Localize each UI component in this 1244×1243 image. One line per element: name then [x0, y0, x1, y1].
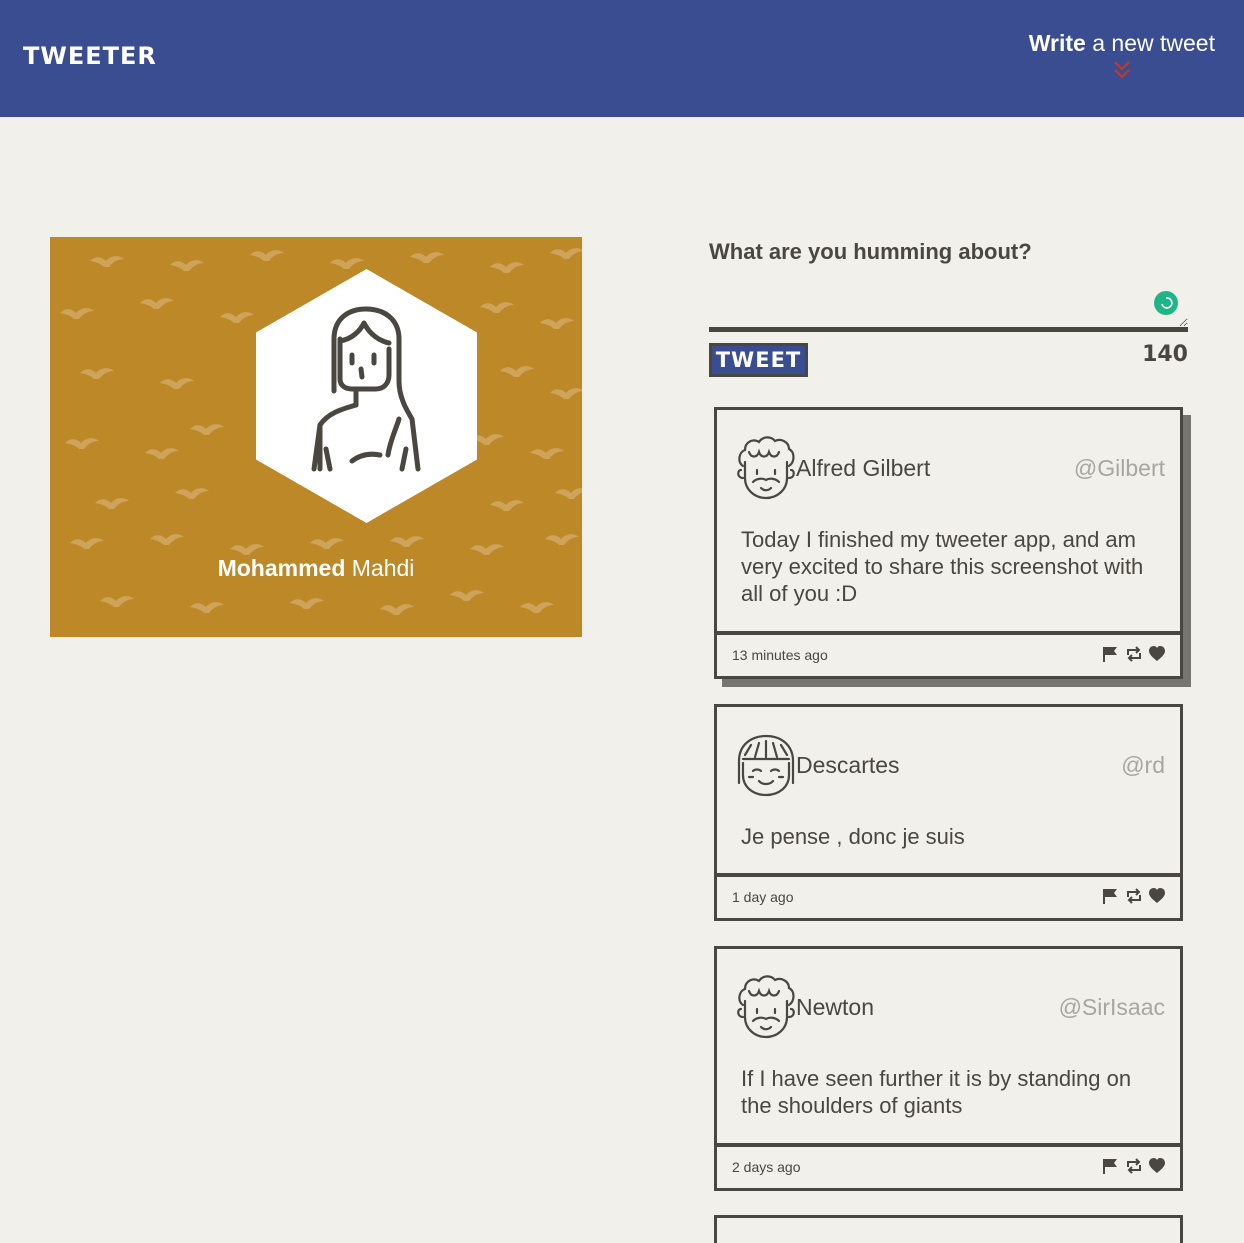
tweet-card: Newton @SirIsaac If I have seen further … — [714, 946, 1183, 1191]
character-counter: 140 — [1142, 342, 1188, 367]
compose-actions-row: TWEET 140 — [709, 342, 1188, 382]
tweet-author-name[interactable]: Descartes — [796, 752, 900, 779]
write-new-tweet-toggle[interactable]: Write a new tweet — [1029, 30, 1215, 81]
tweet-author-handle[interactable]: @rd — [1121, 752, 1165, 779]
heart-icon[interactable] — [1148, 887, 1166, 905]
profile-first-name: Mohammed — [217, 555, 346, 581]
tweet-timestamp: 2 days ago — [732, 1159, 801, 1175]
profile-name: Mohammed Mahdi — [50, 555, 582, 582]
tweet-body: Newton @SirIsaac If I have seen further … — [717, 949, 1180, 1147]
tweet-text: Je pense , donc je suis — [741, 824, 965, 849]
curly-hair-avatar-icon — [737, 436, 795, 500]
tweet-author-name[interactable]: Newton — [796, 994, 874, 1021]
flag-icon[interactable] — [1101, 1157, 1119, 1175]
heart-icon[interactable] — [1148, 1157, 1166, 1175]
compose-label: What are you humming about? — [709, 239, 1032, 264]
tweet-textarea[interactable] — [709, 275, 1188, 332]
tweet-author-handle[interactable]: @SirIsaac — [1059, 994, 1165, 1021]
tweet-card: Descartes @rd Je pense , donc je suis 1 … — [714, 704, 1183, 921]
grammar-check-icon[interactable] — [1154, 291, 1178, 315]
tweet-body: Descartes @rd Je pense , donc je suis — [717, 707, 1180, 877]
tweet-body: Alfred Gilbert @Gilbert Today I finished… — [717, 410, 1180, 635]
tweet-text: Today I finished my tweeter app, and am … — [741, 527, 1144, 606]
bangs-hair-avatar-icon — [737, 734, 795, 797]
tweet-footer: 2 days ago — [717, 1147, 1180, 1191]
retweet-icon[interactable] — [1125, 1157, 1143, 1175]
profile-avatar[interactable] — [256, 269, 477, 523]
profile-card: Mohammed Mahdi — [50, 237, 582, 637]
tweet-timestamp: 1 day ago — [732, 889, 794, 905]
write-bold-text: Write — [1028, 30, 1086, 56]
compose-form: What are you humming about? TWEET 140 — [709, 237, 1188, 382]
flag-icon[interactable] — [1101, 887, 1119, 905]
top-nav: TWEETER Write a new tweet — [0, 0, 1244, 117]
flag-icon[interactable] — [1101, 645, 1119, 663]
heart-icon[interactable] — [1148, 645, 1166, 663]
double-chevron-down-icon — [1114, 61, 1130, 79]
tweet-author-handle[interactable]: @Gilbert — [1074, 455, 1165, 482]
tweet-actions — [1100, 1157, 1166, 1175]
write-rest-text: a new tweet — [1085, 30, 1215, 56]
write-new-tweet-label: Write a new tweet — [1029, 30, 1215, 57]
tweet-text: If I have seen further it is by standing… — [741, 1066, 1132, 1118]
retweet-icon[interactable] — [1125, 887, 1143, 905]
tweet-actions — [1100, 887, 1166, 905]
tweet-actions — [1100, 645, 1166, 663]
tweet-footer: 1 day ago — [717, 877, 1180, 921]
profile-last-name: Mahdi — [351, 555, 415, 581]
curly-hair-avatar-icon — [737, 975, 795, 1039]
tweet-card: Alfred Gilbert @Gilbert Today I finished… — [714, 407, 1183, 679]
tweet-footer: 13 minutes ago — [717, 635, 1180, 679]
tweet-card-partial — [714, 1215, 1183, 1243]
app-logo[interactable]: TWEETER — [23, 42, 157, 70]
tweet-timestamp: 13 minutes ago — [732, 647, 828, 663]
retweet-icon[interactable] — [1125, 645, 1143, 663]
tweet-button[interactable]: TWEET — [709, 343, 808, 377]
tweet-author-name[interactable]: Alfred Gilbert — [796, 455, 930, 482]
